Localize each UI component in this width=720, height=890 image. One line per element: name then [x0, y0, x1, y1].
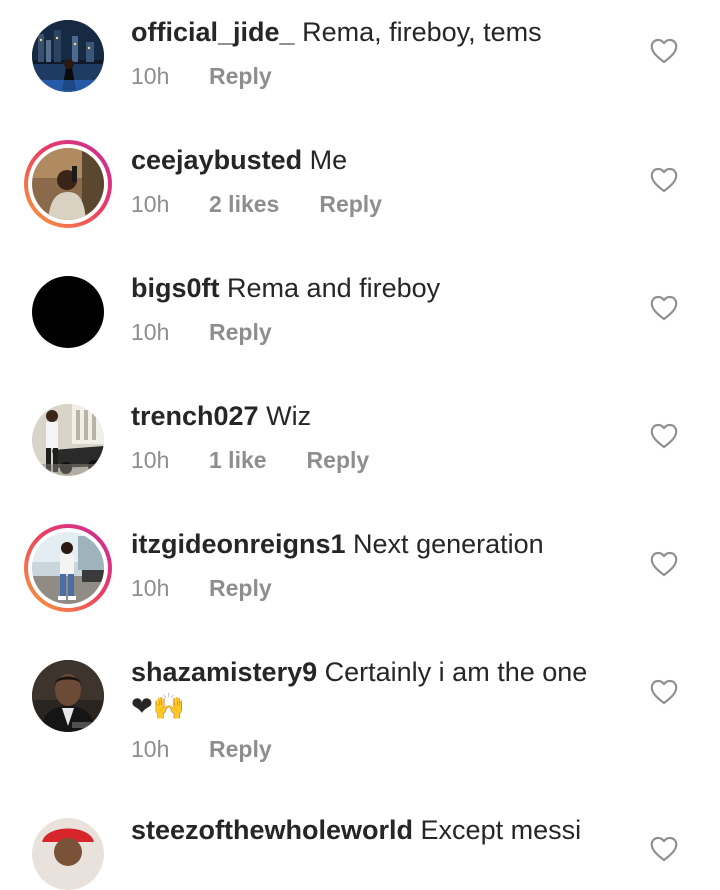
comment-meta: 10h Reply [131, 573, 272, 603]
comment-username[interactable]: steezofthewholeworld [131, 815, 413, 845]
heart-outline-icon[interactable] [650, 423, 678, 449]
comment-time: 10h [131, 191, 170, 217]
comment-username[interactable]: shazamistery9 [131, 657, 317, 687]
heart-outline-icon[interactable] [650, 836, 678, 862]
comment-meta: 10h Reply [131, 61, 272, 91]
avatar [32, 148, 104, 220]
comment-text-line: official_jide_ Rema, fireboy, tems [131, 15, 542, 49]
comment-username[interactable]: official_jide_ [131, 17, 295, 47]
comment-time: 10h [131, 319, 170, 345]
comment-meta: 10h 2 likes Reply [131, 189, 382, 219]
comment-text: Me [309, 145, 348, 175]
avatar[interactable] [32, 660, 104, 732]
heart-outline-icon[interactable] [650, 38, 678, 64]
comment-time: 10h [131, 736, 170, 762]
comment-text: Rema, fireboy, tems [302, 17, 542, 47]
comment-text-line: trench027 Wiz [131, 399, 311, 433]
reply-button[interactable]: Reply [319, 189, 382, 219]
avatar-story-ring[interactable] [24, 524, 112, 612]
comment-text: Certainly i am the one [324, 657, 588, 687]
comment-meta: 10h 1 like Reply [131, 445, 369, 475]
comment-text-line: bigs0ft Rema and fireboy [131, 271, 440, 305]
avatar[interactable] [32, 20, 104, 92]
avatar[interactable] [32, 276, 104, 348]
likes-count[interactable]: 2 likes [209, 189, 279, 219]
comment-meta: 10h Reply [131, 734, 272, 764]
comment-text-line: ceejaybusted Me [131, 143, 347, 177]
comment-text-line: steezofthewholeworld Except messi [131, 813, 581, 847]
heart-outline-icon[interactable] [650, 295, 678, 321]
heart-outline-icon[interactable] [650, 679, 678, 705]
reply-button[interactable]: Reply [307, 445, 370, 475]
comment-username[interactable]: ceejaybusted [131, 145, 302, 175]
comment-username[interactable]: bigs0ft [131, 273, 220, 303]
comment-text-line: itzgideonreigns1 Next generation [131, 527, 544, 561]
avatar[interactable] [32, 404, 104, 476]
avatar-story-ring[interactable] [24, 140, 112, 228]
comment-text: Rema and fireboy [227, 273, 441, 303]
reply-button[interactable]: Reply [209, 317, 272, 347]
reply-button[interactable]: Reply [209, 61, 272, 91]
reply-button[interactable]: Reply [209, 573, 272, 603]
comment-meta: 10h Reply [131, 317, 272, 347]
comment-time: 10h [131, 447, 170, 473]
comment-text: Next generation [353, 529, 544, 559]
comment-username[interactable]: itzgideonreigns1 [131, 529, 346, 559]
likes-count[interactable]: 1 like [209, 445, 267, 475]
comment-time: 10h [131, 63, 170, 89]
comment-time: 10h [131, 575, 170, 601]
comment-text: Wiz [266, 401, 312, 431]
comment-text: Except messi [420, 815, 582, 845]
avatar[interactable] [32, 818, 104, 890]
comment-text-line: shazamistery9 Certainly i am the one [131, 655, 587, 689]
avatar [32, 532, 104, 604]
heart-outline-icon[interactable] [650, 167, 678, 193]
reply-button[interactable]: Reply [209, 734, 272, 764]
comment-text-emoji-line: ❤🙌 [131, 691, 186, 721]
comment-username[interactable]: trench027 [131, 401, 259, 431]
heart-outline-icon[interactable] [650, 551, 678, 577]
